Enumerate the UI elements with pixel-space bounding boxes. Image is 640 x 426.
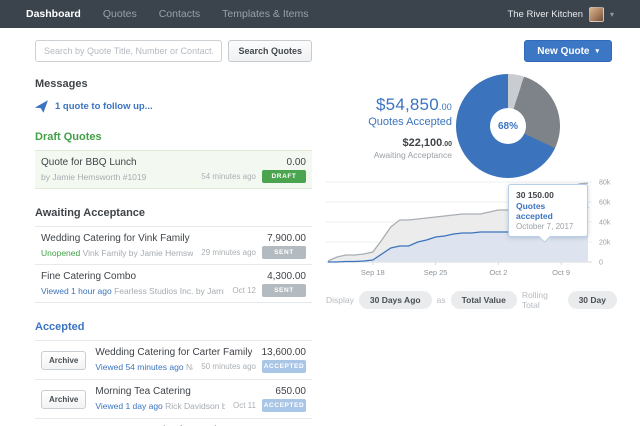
quote-amount: 650.00	[275, 386, 306, 397]
quote-title: Wedding Catering for Carter Family	[95, 347, 252, 358]
viewed-link[interactable]: Viewed 54 minutes ago	[95, 362, 183, 372]
quote-amount: 7,900.00	[267, 233, 306, 244]
quote-search-bar: Search Quotes	[35, 40, 312, 62]
nav-item-templates-items[interactable]: Templates & Items	[222, 8, 308, 20]
status-badge-draft: DRAFT	[262, 170, 306, 183]
nav-item-contacts[interactable]: Contacts	[159, 8, 200, 20]
new-quote-button[interactable]: New Quote ▾	[524, 40, 612, 62]
archive-button[interactable]: Archive	[41, 351, 86, 370]
chevron-down-icon: ▾	[595, 47, 599, 55]
follow-up-link[interactable]: 1 quote to follow up...	[35, 100, 312, 113]
rolling-total-label: Rolling Total	[522, 290, 563, 310]
awaiting-acceptance-section: Awaiting Acceptance Wedding Catering for…	[35, 207, 312, 303]
rolling-select[interactable]: 30 Day	[568, 291, 617, 309]
status-badge-sent: SENT	[262, 284, 306, 297]
quote-amount: 4,300.00	[267, 271, 306, 282]
svg-text:Oct 2: Oct 2	[489, 268, 507, 277]
nav-item-quotes[interactable]: Quotes	[103, 8, 137, 20]
quotes-list-column: Search Quotes Messages 1 quote to follow…	[35, 40, 312, 426]
display-label: Display	[326, 295, 354, 305]
status-badge-accepted: ACCEPTED	[262, 360, 306, 373]
quote-time: 29 minutes ago	[201, 248, 256, 257]
messages-heading: Messages	[35, 78, 312, 90]
account-name: The River Kitchen	[507, 9, 583, 20]
quote-title: Wedding Catering for Vink Family	[41, 233, 190, 244]
tooltip-date: October 7, 2017	[516, 222, 580, 231]
status-badge-sent: SENT	[262, 246, 306, 259]
quote-subtext: Unopened Vink Family by Jamie Hemsworth …	[41, 248, 193, 258]
status-badge-accepted: ACCEPTED	[262, 399, 306, 412]
account-avatar	[589, 7, 604, 22]
accepted-total: $54,850.00	[328, 95, 452, 115]
draft-quotes-heading: Draft Quotes	[35, 131, 312, 143]
chevron-down-icon: ▾	[610, 10, 614, 19]
quotes-trend-chart: 80k 60k 40k 20k 0 Sep 18 Sep 25 Oct 2 Oct 9 30 1…	[326, 176, 626, 288]
range-select[interactable]: 30 Days Ago	[359, 291, 432, 309]
quote-subtext: by Jamie Hemsworth #1019	[41, 172, 193, 182]
quote-title: Morning Tea Catering	[95, 386, 190, 397]
as-label: as	[437, 295, 446, 305]
quote-time: 54 minutes ago	[201, 172, 256, 181]
accepted-heading: Accepted	[35, 321, 312, 333]
quote-row-sent[interactable]: Wedding Catering for Vink Family 7,900.0…	[35, 227, 312, 265]
nav-item-dashboard[interactable]: Dashboard	[26, 8, 81, 20]
archive-button[interactable]: Archive	[41, 390, 86, 409]
quote-time: Oct 11	[233, 401, 256, 410]
quote-subtext: Viewed 1 day ago Rick Davidson by Jamie …	[95, 401, 225, 411]
quote-amount: 0.00	[287, 157, 306, 168]
svg-text:Oct 9: Oct 9	[552, 268, 570, 277]
svg-text:60k: 60k	[599, 200, 611, 207]
search-input[interactable]	[35, 40, 222, 62]
quote-totals: $54,850.00 Quotes Accepted $22,100.00 Aw…	[328, 95, 452, 160]
quote-time: 50 minutes ago	[201, 362, 256, 371]
draft-quotes-section: Draft Quotes Quote for BBQ Lunch 0.00 by…	[35, 131, 312, 189]
quote-title: Quote for BBQ Lunch	[41, 157, 137, 168]
awaiting-total: $22,100.00	[328, 137, 452, 149]
svg-text:40k: 40k	[599, 220, 611, 227]
tooltip-series-label: Quotes accepted	[516, 201, 580, 221]
viewed-link[interactable]: Viewed 1 hour ago	[41, 286, 112, 296]
svg-text:80k: 80k	[599, 180, 611, 187]
quote-row-sent[interactable]: Fine Catering Combo 4,300.00 Viewed 1 ho…	[35, 265, 312, 303]
viewed-link[interactable]: Viewed 1 day ago	[95, 401, 162, 411]
tooltip-value: 30 150.00	[516, 190, 580, 200]
nav-menu: Dashboard Quotes Contacts Templates & It…	[26, 8, 309, 20]
quote-title: Fine Catering Combo	[41, 271, 136, 282]
follow-up-link-label: 1 quote to follow up...	[55, 101, 153, 112]
svg-text:Sep 25: Sep 25	[424, 268, 448, 277]
paper-plane-icon	[35, 100, 48, 113]
account-menu[interactable]: The River Kitchen ▾	[507, 7, 614, 22]
unopened-label: Unopened	[41, 248, 80, 258]
messages-section: Messages 1 quote to follow up...	[35, 78, 312, 113]
donut-center-label: 68%	[490, 108, 526, 144]
dashboard-page: Dashboard Quotes Contacts Templates & It…	[0, 0, 640, 426]
quote-amount: 13,600.00	[262, 347, 307, 358]
quote-row-accepted[interactable]: Archive Supreme Catering for Scarlett's …	[35, 419, 312, 426]
awaiting-acceptance-heading: Awaiting Acceptance	[35, 207, 312, 219]
acceptance-donut-chart: 68%	[456, 74, 560, 178]
accepted-total-label: Quotes Accepted	[328, 116, 452, 128]
svg-text:Sep 18: Sep 18	[361, 268, 385, 277]
mode-select[interactable]: Total Value	[451, 291, 517, 309]
quote-row-accepted[interactable]: Archive Morning Tea Catering 650.00 View…	[35, 380, 312, 419]
chart-tooltip: 30 150.00 Quotes accepted October 7, 201…	[508, 184, 588, 237]
svg-text:0: 0	[599, 260, 603, 267]
quote-row-draft[interactable]: Quote for BBQ Lunch 0.00 by Jamie Hemswo…	[35, 151, 312, 189]
quote-subtext: Viewed 54 minutes ago Nathan Carter by J…	[95, 362, 193, 372]
quote-subtext: Viewed 1 hour ago Fearless Studios Inc. …	[41, 286, 224, 296]
svg-text:20k: 20k	[599, 240, 611, 247]
accepted-section: Accepted Archive Wedding Catering for Ca…	[35, 321, 312, 426]
quote-time: Oct 12	[232, 286, 256, 295]
search-quotes-button[interactable]: Search Quotes	[228, 40, 312, 62]
quote-row-accepted[interactable]: Archive Wedding Catering for Carter Fami…	[35, 341, 312, 380]
top-navbar: Dashboard Quotes Contacts Templates & It…	[0, 0, 640, 28]
chart-controls: Display 30 Days Ago as Total Value Rolli…	[326, 290, 622, 310]
awaiting-total-label: Awaiting Acceptance	[328, 150, 452, 160]
new-quote-label: New Quote	[537, 46, 589, 57]
